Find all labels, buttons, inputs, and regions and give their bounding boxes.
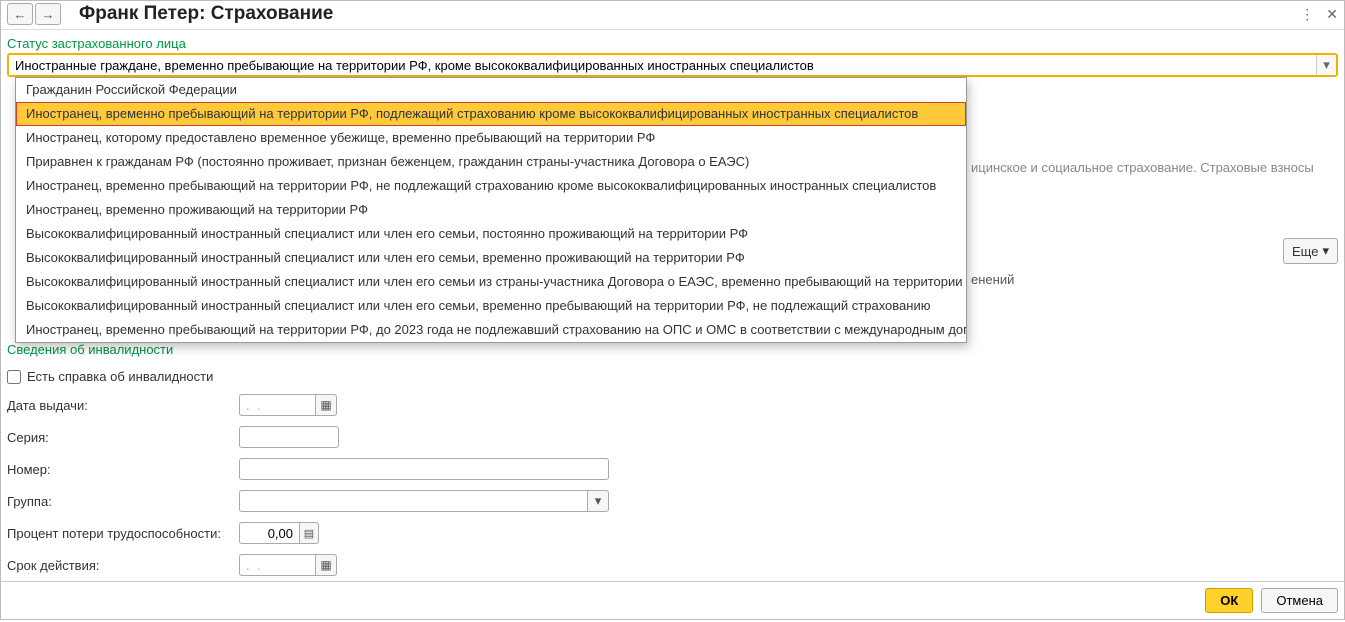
- series-label: Серия:: [7, 430, 239, 445]
- percent-input[interactable]: [239, 522, 299, 544]
- status-option[interactable]: Иностранец, временно пребывающий на терр…: [16, 174, 966, 198]
- background-hint-text: ицинское и социальное страхование. Страх…: [971, 160, 1314, 175]
- disability-certificate-label: Есть справка об инвалидности: [27, 369, 213, 384]
- status-option[interactable]: Высококвалифицированный иностранный спец…: [16, 294, 966, 318]
- status-option[interactable]: Высококвалифицированный иностранный спец…: [16, 246, 966, 270]
- changes-column-fragment: енений: [971, 272, 1014, 287]
- footer: ОК Отмена: [1, 581, 1344, 619]
- number-input[interactable]: [239, 458, 609, 480]
- status-option[interactable]: Иностранец, временно пребывающий на терр…: [16, 102, 966, 126]
- ok-button[interactable]: ОК: [1205, 588, 1253, 613]
- titlebar: ← → Франк Петер: Страхование ⋮ ✕: [1, 1, 1344, 30]
- chevron-down-icon: ▾: [1322, 243, 1329, 259]
- close-icon[interactable]: ✕: [1326, 6, 1338, 23]
- group-input[interactable]: [239, 490, 587, 512]
- status-dropdown-list: Гражданин Российской Федерации Иностране…: [15, 77, 967, 343]
- status-option[interactable]: Гражданин Российской Федерации: [16, 78, 966, 102]
- nav-back-button[interactable]: ←: [7, 3, 33, 25]
- status-option[interactable]: Высококвалифицированный иностранный спец…: [16, 222, 966, 246]
- more-button-label: Еще: [1292, 244, 1318, 259]
- calendar-icon: ▦: [320, 558, 331, 572]
- issue-date-label: Дата выдачи:: [7, 398, 239, 413]
- cancel-button[interactable]: Отмена: [1261, 588, 1338, 613]
- validity-calendar-button[interactable]: ▦: [315, 554, 337, 576]
- status-input[interactable]: [9, 55, 1316, 75]
- status-option[interactable]: Иностранец, временно пребывающий на терр…: [16, 318, 966, 342]
- issue-date-calendar-button[interactable]: ▦: [315, 394, 337, 416]
- series-input[interactable]: [239, 426, 339, 448]
- group-dropdown-button[interactable]: ▾: [587, 490, 609, 512]
- disability-certificate-checkbox[interactable]: [7, 370, 21, 384]
- status-option[interactable]: Приравнен к гражданам РФ (постоянно прож…: [16, 150, 966, 174]
- status-option[interactable]: Иностранец, временно проживающий на терр…: [16, 198, 966, 222]
- status-section-label: Статус застрахованного лица: [7, 36, 1338, 51]
- kebab-menu-icon[interactable]: ⋮: [1300, 6, 1314, 23]
- calculator-icon: ▤: [304, 527, 314, 540]
- percent-spinner-button[interactable]: ▤: [299, 522, 319, 544]
- status-option[interactable]: Высококвалифицированный иностранный спец…: [16, 270, 966, 294]
- validity-input[interactable]: [239, 554, 315, 576]
- status-dropdown-button[interactable]: ▾: [1316, 55, 1336, 75]
- number-label: Номер:: [7, 462, 239, 477]
- window-title: Франк Петер: Страхование: [79, 3, 1300, 25]
- chevron-down-icon: ▾: [595, 493, 602, 509]
- chevron-down-icon: ▾: [1323, 57, 1330, 73]
- validity-label: Срок действия:: [7, 558, 239, 573]
- calendar-icon: ▦: [320, 398, 331, 412]
- group-label: Группа:: [7, 494, 239, 509]
- issue-date-input[interactable]: [239, 394, 315, 416]
- disability-section-label: Сведения об инвалидности: [7, 342, 1338, 357]
- more-button[interactable]: Еще ▾: [1283, 238, 1338, 264]
- percent-label: Процент потери трудоспособности:: [7, 526, 239, 541]
- status-combo[interactable]: ▾: [7, 53, 1338, 77]
- nav-forward-button[interactable]: →: [35, 3, 61, 25]
- status-option[interactable]: Иностранец, которому предоставлено време…: [16, 126, 966, 150]
